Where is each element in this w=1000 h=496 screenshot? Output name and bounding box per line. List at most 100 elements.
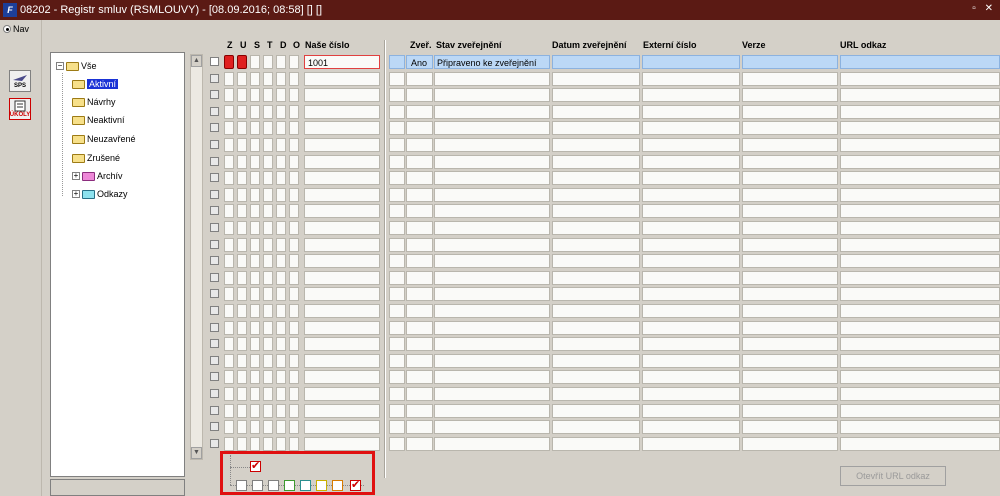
grid-cell[interactable] bbox=[304, 238, 380, 252]
grid-cell[interactable] bbox=[642, 370, 740, 384]
flag-cell[interactable] bbox=[276, 138, 286, 152]
flag-cell[interactable] bbox=[276, 354, 286, 368]
row-checkbox[interactable] bbox=[210, 57, 219, 66]
grid-cell[interactable] bbox=[406, 221, 433, 235]
grid-cell[interactable] bbox=[304, 304, 380, 318]
grid-cell[interactable] bbox=[304, 105, 380, 119]
grid-cell[interactable] bbox=[434, 254, 550, 268]
grid-cell[interactable] bbox=[389, 420, 405, 434]
grid-cell[interactable] bbox=[304, 138, 380, 152]
grid-cell[interactable] bbox=[389, 72, 405, 86]
grid-cell[interactable] bbox=[840, 287, 1000, 301]
flag-cell[interactable] bbox=[250, 387, 260, 401]
flag-cell[interactable] bbox=[289, 171, 299, 185]
flag-cell[interactable] bbox=[263, 138, 273, 152]
grid-cell[interactable] bbox=[552, 354, 640, 368]
flag-cell[interactable] bbox=[250, 55, 260, 69]
flag-cell[interactable] bbox=[289, 287, 299, 301]
row-checkbox[interactable] bbox=[210, 323, 219, 332]
grid-cell[interactable] bbox=[406, 387, 433, 401]
flag-cell[interactable] bbox=[250, 420, 260, 434]
grid-cell[interactable] bbox=[434, 271, 550, 285]
flag-cell[interactable] bbox=[237, 354, 247, 368]
grid-cell[interactable] bbox=[304, 221, 380, 235]
flag-cell[interactable] bbox=[237, 287, 247, 301]
grid-cell[interactable] bbox=[742, 404, 838, 418]
grid-cell[interactable] bbox=[389, 121, 405, 135]
grid-cell[interactable] bbox=[552, 304, 640, 318]
grid-cell[interactable] bbox=[840, 204, 1000, 218]
flag-cell[interactable] bbox=[263, 238, 273, 252]
grid-cell[interactable] bbox=[642, 72, 740, 86]
grid-cell[interactable] bbox=[642, 138, 740, 152]
flag-cell[interactable] bbox=[289, 105, 299, 119]
flag-cell[interactable] bbox=[276, 238, 286, 252]
filter-checkbox-checked[interactable] bbox=[350, 478, 361, 491]
flag-cell[interactable] bbox=[289, 138, 299, 152]
row-checkbox[interactable] bbox=[210, 107, 219, 116]
grid-cell[interactable] bbox=[552, 72, 640, 86]
row-checkbox[interactable] bbox=[210, 306, 219, 315]
grid-cell[interactable] bbox=[552, 88, 640, 102]
grid-cell[interactable] bbox=[552, 254, 640, 268]
grid-cell[interactable] bbox=[389, 387, 405, 401]
grid-cell[interactable] bbox=[742, 155, 838, 169]
grid-cell[interactable] bbox=[840, 188, 1000, 202]
row-checkbox[interactable] bbox=[210, 289, 219, 298]
grid-cell[interactable] bbox=[742, 238, 838, 252]
tree-node-root[interactable]: − Vše bbox=[56, 61, 97, 71]
grid-cell[interactable] bbox=[552, 105, 640, 119]
grid-cell[interactable] bbox=[406, 437, 433, 451]
grid-cell[interactable] bbox=[840, 271, 1000, 285]
flag-cell[interactable] bbox=[276, 287, 286, 301]
flag-cell[interactable] bbox=[263, 121, 273, 135]
flag-cell[interactable] bbox=[263, 271, 273, 285]
flag-cell[interactable] bbox=[289, 321, 299, 335]
grid-cell[interactable] bbox=[840, 404, 1000, 418]
tree-node-zrusene[interactable]: Zrušené bbox=[72, 153, 120, 163]
grid-cell[interactable] bbox=[840, 138, 1000, 152]
row-checkbox[interactable] bbox=[210, 190, 219, 199]
grid-cell[interactable] bbox=[406, 370, 433, 384]
flag-cell[interactable] bbox=[263, 105, 273, 119]
grid-cell[interactable] bbox=[742, 387, 838, 401]
grid-cell[interactable] bbox=[434, 105, 550, 119]
grid-cell[interactable] bbox=[304, 387, 380, 401]
tree-node-aktivni[interactable]: Aktivní bbox=[72, 79, 119, 89]
flag-cell[interactable] bbox=[276, 387, 286, 401]
col-header-nase-cislo[interactable]: Naše číslo bbox=[305, 40, 350, 50]
flag-cell[interactable] bbox=[276, 420, 286, 434]
col-header-url[interactable]: URL odkaz bbox=[840, 40, 886, 50]
expand-icon[interactable]: + bbox=[72, 190, 80, 198]
flag-cell[interactable] bbox=[276, 221, 286, 235]
grid-cell[interactable] bbox=[389, 370, 405, 384]
grid-cell[interactable] bbox=[742, 337, 838, 351]
flag-cell[interactable] bbox=[289, 437, 299, 451]
filter-checkbox-x[interactable] bbox=[332, 480, 343, 491]
flag-cell[interactable] bbox=[276, 155, 286, 169]
grid-cell[interactable] bbox=[642, 105, 740, 119]
grid-cell[interactable] bbox=[304, 287, 380, 301]
grid-cell[interactable] bbox=[406, 138, 433, 152]
grid-cell[interactable] bbox=[840, 105, 1000, 119]
flag-cell[interactable] bbox=[289, 88, 299, 102]
filter-checkbox-s[interactable] bbox=[268, 480, 279, 491]
flag-cell[interactable] bbox=[250, 138, 260, 152]
flag-cell[interactable] bbox=[276, 171, 286, 185]
grid-cell[interactable] bbox=[742, 204, 838, 218]
flag-cell[interactable] bbox=[276, 204, 286, 218]
row-checkbox[interactable] bbox=[210, 339, 219, 348]
collapse-icon[interactable]: − bbox=[56, 62, 64, 70]
flag-cell[interactable] bbox=[289, 271, 299, 285]
flag-cell[interactable] bbox=[289, 254, 299, 268]
grid-cell[interactable] bbox=[389, 221, 405, 235]
flag-cell[interactable] bbox=[289, 354, 299, 368]
filter-checkbox-d[interactable] bbox=[300, 480, 311, 491]
flag-cell[interactable] bbox=[289, 387, 299, 401]
flag-cell[interactable] bbox=[289, 337, 299, 351]
grid-cell[interactable] bbox=[742, 254, 838, 268]
grid-cell[interactable] bbox=[642, 420, 740, 434]
grid-cell[interactable] bbox=[304, 271, 380, 285]
flag-cell[interactable] bbox=[250, 171, 260, 185]
flag-cell[interactable] bbox=[224, 404, 234, 418]
